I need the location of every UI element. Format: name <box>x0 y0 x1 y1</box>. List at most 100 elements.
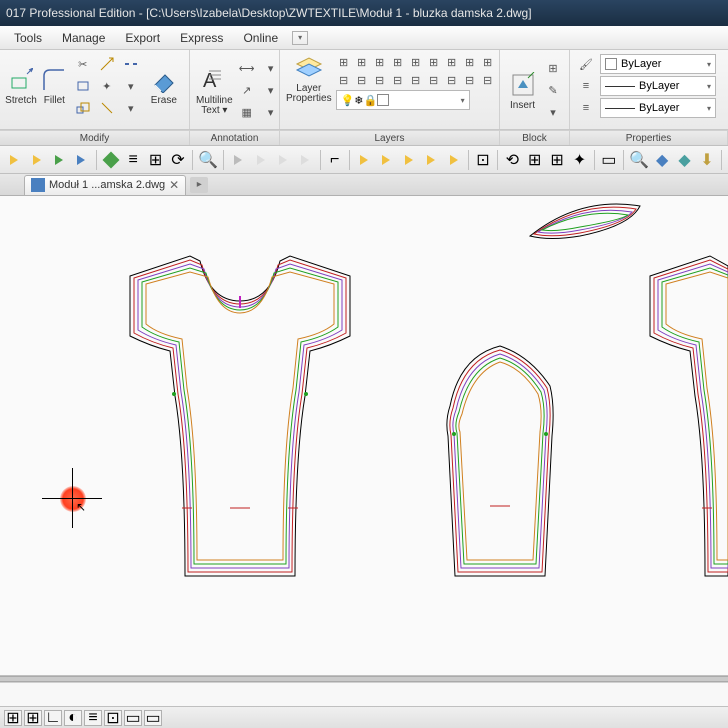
tb-d4[interactable] <box>421 149 441 171</box>
block-dd[interactable]: ▾ <box>543 103 563 123</box>
tb-e1[interactable]: ⊡ <box>473 149 493 171</box>
status-otrack[interactable]: ⊡ <box>104 710 122 726</box>
layer-tool-14[interactable]: ⊟ <box>408 72 424 88</box>
tb-f2[interactable]: ⊞ <box>525 149 545 171</box>
trim-button[interactable]: ✂ <box>73 54 93 74</box>
dim-dd2[interactable]: ▾ <box>261 81 281 101</box>
menu-export[interactable]: Export <box>115 28 170 48</box>
tb-g2[interactable]: ◆ <box>652 149 672 171</box>
ribbon-group-labels: Modify Annotation Layers Block Propertie… <box>0 130 728 146</box>
tb-g4[interactable]: ⬇ <box>697 149 717 171</box>
linetype-selector[interactable]: ByLayer ▾ <box>600 98 716 118</box>
document-tab[interactable]: Moduł 1 ...amska 2.dwg ✕ <box>24 175 186 195</box>
tb-a2[interactable] <box>26 149 46 171</box>
tb-c5[interactable]: ⌐ <box>324 149 344 171</box>
tb-c3[interactable] <box>273 149 293 171</box>
dim-dd3[interactable]: ▾ <box>261 103 281 123</box>
tb-b5[interactable]: 🔍 <box>197 149 219 171</box>
color-selector[interactable]: ByLayer ▾ <box>600 54 716 74</box>
layer-tool-9[interactable]: ⊞ <box>480 54 496 70</box>
tb-c1[interactable] <box>228 149 248 171</box>
tb-d1[interactable] <box>354 149 374 171</box>
tb-g1[interactable]: 🔍 <box>628 149 650 171</box>
tb-d2[interactable] <box>376 149 396 171</box>
layer-tool-12[interactable]: ⊟ <box>372 72 388 88</box>
insert-button[interactable]: Insert <box>506 71 539 111</box>
close-tab-button[interactable]: ✕ <box>169 178 179 192</box>
break-button[interactable] <box>121 54 141 74</box>
ribbon-group-block: Insert ⊞ ✎ ▾ <box>500 50 570 129</box>
explode-button[interactable]: ✦ <box>97 76 117 96</box>
status-grid[interactable]: ⊞ <box>24 710 42 726</box>
layer-properties-button[interactable]: Layer Properties <box>286 54 332 104</box>
tb-b4[interactable]: ⟳ <box>168 149 188 171</box>
tb-a4[interactable] <box>71 149 91 171</box>
tb-a3[interactable] <box>49 149 69 171</box>
tb-f1[interactable]: ⟲ <box>502 149 522 171</box>
status-osnap[interactable]: ≡ <box>84 710 102 726</box>
menu-express[interactable]: Express <box>170 28 233 48</box>
menu-tools[interactable]: Tools <box>4 28 52 48</box>
layer-tool-13[interactable]: ⊟ <box>390 72 406 88</box>
layer-selector[interactable]: 💡❄🔒 ▾ <box>336 90 470 110</box>
tb-c4[interactable] <box>295 149 315 171</box>
menu-online[interactable]: Online <box>233 28 288 48</box>
new-tab-button[interactable]: ▸ <box>190 177 208 193</box>
tb-b3[interactable]: ⊞ <box>145 149 165 171</box>
layer-tool-7[interactable]: ⊞ <box>444 54 460 70</box>
match-properties[interactable]: 🖌 <box>576 54 596 74</box>
extend-button[interactable] <box>97 54 117 74</box>
dim-dd1[interactable]: ▾ <box>261 59 281 79</box>
multiline-text-button[interactable]: A Multiline Text ▾ <box>196 66 233 116</box>
tb-f5[interactable]: ▭ <box>599 149 619 171</box>
menu-manage[interactable]: Manage <box>52 28 115 48</box>
scale-button[interactable] <box>73 98 93 118</box>
label-modify: Modify <box>0 131 190 145</box>
block-create[interactable]: ⊞ <box>543 59 563 79</box>
lineweight-selector[interactable]: ByLayer ▾ <box>600 76 716 96</box>
status-model[interactable]: ▭ <box>144 710 162 726</box>
layer-tool-1[interactable]: ⊞ <box>336 54 352 70</box>
join-button[interactable] <box>97 98 117 118</box>
erase-button[interactable]: Erase <box>145 66 183 106</box>
status-ortho[interactable]: ∟ <box>44 710 62 726</box>
multiline-text-label: Multiline Text ▾ <box>196 96 233 116</box>
layer-tool-6[interactable]: ⊞ <box>426 54 442 70</box>
status-lwt[interactable]: ▭ <box>124 710 142 726</box>
leader-button[interactable]: ↗ <box>237 81 257 101</box>
fillet-button[interactable]: Fillet <box>40 66 69 106</box>
layer-tool-11[interactable]: ⊟ <box>354 72 370 88</box>
tb-d3[interactable] <box>399 149 419 171</box>
prop-list1[interactable]: ≡ <box>576 76 596 96</box>
tb-c2[interactable] <box>250 149 270 171</box>
drawing-canvas[interactable]: ↖ <box>0 196 728 676</box>
layer-tool-5[interactable]: ⊞ <box>408 54 424 70</box>
linear-dim-button[interactable]: ⟷ <box>237 59 257 79</box>
layer-tool-18[interactable]: ⊟ <box>480 72 496 88</box>
menu-overflow[interactable]: ▾ <box>292 31 308 45</box>
table-button[interactable]: ▦ <box>237 103 257 123</box>
tb-f4[interactable]: ✦ <box>569 149 589 171</box>
tb-d5[interactable] <box>443 149 463 171</box>
layer-tool-17[interactable]: ⊟ <box>462 72 478 88</box>
layer-tool-8[interactable]: ⊞ <box>462 54 478 70</box>
tb-f3[interactable]: ⊞ <box>547 149 567 171</box>
tb-g3[interactable]: ◆ <box>674 149 694 171</box>
tb-b1[interactable] <box>101 149 121 171</box>
offset-button[interactable]: ▾ <box>121 98 141 118</box>
status-snap[interactable]: ⊞ <box>4 710 22 726</box>
prop-list2[interactable]: ≡ <box>576 98 596 118</box>
layer-tool-15[interactable]: ⊟ <box>426 72 442 88</box>
tb-a1[interactable] <box>4 149 24 171</box>
layer-tool-4[interactable]: ⊞ <box>390 54 406 70</box>
layer-tool-10[interactable]: ⊟ <box>336 72 352 88</box>
layer-tool-3[interactable]: ⊞ <box>372 54 388 70</box>
status-polar[interactable]: ◐ <box>64 710 82 726</box>
block-edit[interactable]: ✎ <box>543 81 563 101</box>
layer-tool-2[interactable]: ⊞ <box>354 54 370 70</box>
layer-tool-16[interactable]: ⊟ <box>444 72 460 88</box>
array-button[interactable]: ▾ <box>121 76 141 96</box>
tb-b2[interactable]: ≡ <box>123 149 143 171</box>
stretch-button[interactable]: Stretch <box>6 66 36 106</box>
rect-button[interactable] <box>73 76 93 96</box>
